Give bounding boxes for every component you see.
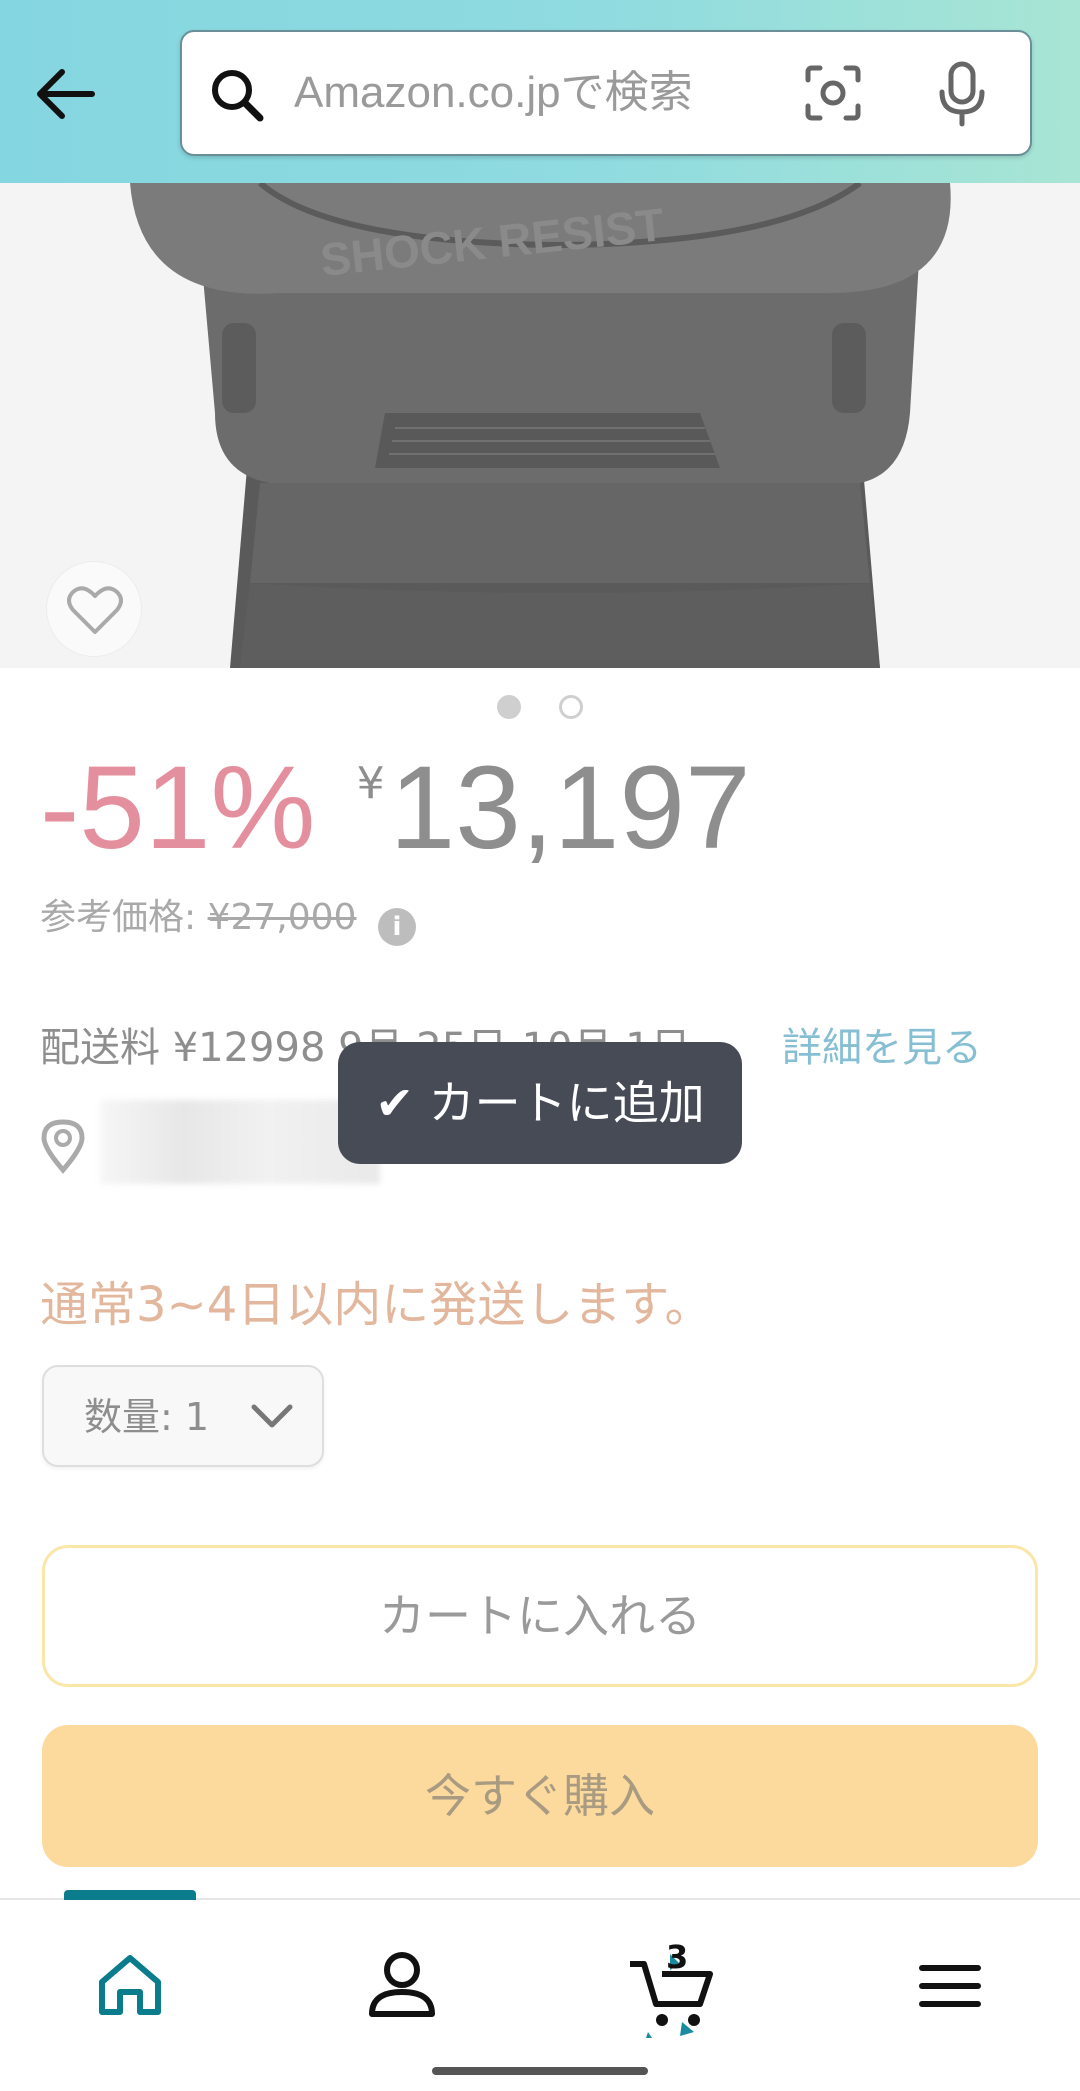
details-link[interactable]: 詳細を見る (782, 1015, 982, 1073)
nav-account[interactable] (352, 1940, 452, 2030)
quantity-label: 数量: 1 (84, 1395, 210, 1439)
camera-icon[interactable] (802, 62, 864, 124)
chevron-down-icon (250, 1401, 294, 1433)
microphone-icon[interactable] (934, 60, 990, 128)
search-input[interactable]: Amazon.co.jpで検索 (180, 30, 1032, 156)
quantity-dropdown[interactable]: 数量: 1 (42, 1365, 324, 1467)
hamburger-menu-icon (919, 1965, 981, 2007)
wishlist-button[interactable] (46, 561, 142, 657)
nav-cart[interactable]: 3 (622, 1938, 722, 2038)
price-row: -51% ¥ 13,197 (40, 748, 751, 868)
bottom-navigation: 3 (0, 1890, 1080, 2091)
buy-now-button[interactable]: 今すぐ購入 (42, 1725, 1038, 1867)
discount-percent: -51% (40, 742, 316, 874)
active-tab-indicator (64, 1890, 196, 1900)
product-image[interactable]: SHOCK RESIST (0, 183, 1080, 668)
reference-price-label: 参考価格: (40, 897, 197, 938)
back-arrow-icon[interactable] (30, 58, 102, 130)
search-placeholder: Amazon.co.jpで検索 (294, 68, 693, 117)
info-icon[interactable]: i (377, 908, 416, 946)
currency-symbol: ¥ (356, 758, 385, 809)
page-dot[interactable] (558, 695, 583, 719)
watch-image: SHOCK RESIST (0, 183, 1080, 668)
search-icon (206, 64, 268, 126)
cart-count-badge: 3 (666, 1938, 689, 1976)
image-pagination (0, 695, 1080, 721)
nav-home[interactable] (80, 1940, 180, 2030)
top-header: Amazon.co.jpで検索 (0, 0, 1080, 183)
reference-price-row: 参考価格: ¥27,000 i (40, 888, 416, 946)
system-home-indicator[interactable] (432, 2067, 648, 2075)
add-to-cart-button[interactable]: カートに入れる (42, 1545, 1038, 1687)
availability-message: 通常3~4日以内に発送します。 (40, 1277, 713, 1333)
sale-price: 13,197 (389, 742, 751, 874)
home-icon (99, 1955, 161, 2015)
person-icon (369, 1952, 435, 2017)
location-pin-icon (40, 1118, 86, 1174)
added-to-cart-toast: ✔ カートに追加 (338, 1042, 742, 1164)
page-dot-active[interactable] (497, 695, 522, 719)
heart-icon (67, 586, 123, 634)
nav-menu[interactable] (900, 1940, 1000, 2030)
reference-price: ¥27,000 (207, 897, 357, 938)
